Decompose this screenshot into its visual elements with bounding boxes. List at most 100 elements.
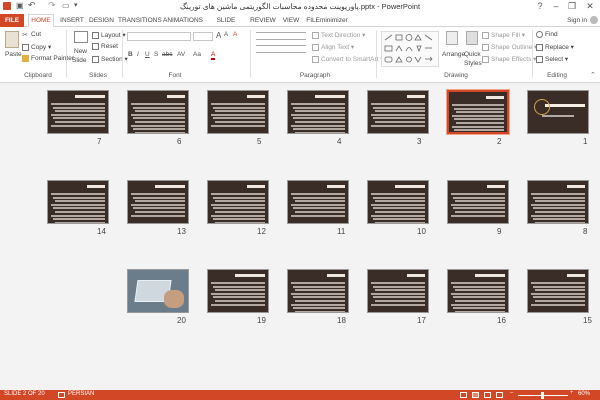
list-buttons[interactable]	[256, 32, 306, 40]
increase-font-size-button[interactable]: A	[216, 31, 221, 40]
help-button[interactable]: ?	[532, 0, 548, 12]
slide-thumbnail-18[interactable]	[287, 269, 349, 313]
text-direction-button[interactable]: Text Direction ▾	[312, 31, 365, 39]
shadow-button[interactable]: S	[154, 51, 158, 58]
tab-slide-show[interactable]: SLIDE SHOW	[208, 15, 244, 35]
slide-thumbnail-20[interactable]	[127, 269, 189, 313]
tab-fileminimizer[interactable]: FILEminimizer	[306, 15, 348, 26]
slide-number: 3	[417, 137, 422, 146]
slide-thumbnail-13[interactable]	[127, 180, 189, 224]
slide-text-line	[293, 106, 345, 109]
quick-styles-button[interactable]: Quick	[464, 51, 481, 58]
zoom-in-button[interactable]: +	[570, 390, 574, 396]
normal-view-icon[interactable]	[460, 392, 467, 398]
italic-button[interactable]: I	[137, 51, 139, 58]
slide-text-line	[453, 296, 505, 299]
find-button[interactable]: Find	[536, 31, 558, 38]
language-indicator[interactable]: PERSIAN	[68, 391, 94, 397]
character-spacing-button[interactable]: AV	[177, 51, 185, 58]
slide-thumbnail-11[interactable]	[287, 180, 349, 224]
slide-thumbnail-9[interactable]	[447, 180, 509, 224]
strikethrough-button[interactable]: abc	[162, 51, 172, 58]
font-color-button[interactable]: A	[211, 51, 216, 60]
zoom-slider-thumb[interactable]	[541, 392, 544, 399]
new-slide-button[interactable]: New	[74, 48, 87, 55]
slide-thumbnail-1[interactable]	[527, 90, 589, 134]
slide-heading	[407, 95, 425, 98]
slide-text-line	[371, 124, 425, 127]
slide-text-line	[51, 103, 105, 105]
slide-heading	[486, 96, 504, 99]
slide-text-line	[211, 282, 265, 284]
layout-button[interactable]: Layout ▾	[92, 31, 126, 39]
shape-effects-button[interactable]: Shape Effects ▾	[482, 55, 536, 63]
replace-button[interactable]: Replace ▾	[536, 43, 574, 51]
slide-number: 14	[97, 227, 106, 236]
slide-thumbnail-10[interactable]	[367, 180, 429, 224]
slide-text-line	[293, 128, 345, 131]
copy-button[interactable]: Copy ▾	[22, 43, 51, 51]
slide-text-line	[533, 207, 585, 210]
reading-view-icon[interactable]	[484, 392, 491, 398]
slide-text-line	[53, 196, 105, 199]
slide-text-line	[371, 113, 425, 116]
cut-button[interactable]: ✂ Cut	[22, 31, 41, 39]
slide-text-line	[452, 125, 504, 128]
slide-sorter-view-icon[interactable]	[472, 392, 479, 398]
slide-thumbnail-4[interactable]	[287, 90, 349, 134]
hand-image	[164, 290, 184, 308]
tab-animations[interactable]: ANIMATIONS	[163, 15, 203, 26]
tab-design[interactable]: DESIGN	[89, 15, 114, 26]
shape-fill-button[interactable]: Shape Fill ▾	[482, 31, 525, 39]
shapes-gallery[interactable]	[381, 31, 439, 67]
select-button[interactable]: Select ▾	[536, 55, 568, 63]
avatar[interactable]	[590, 16, 598, 24]
minimize-button[interactable]: –	[548, 0, 564, 12]
clear-formatting-button[interactable]: A	[233, 31, 237, 38]
decrease-font-size-button[interactable]: A	[224, 32, 228, 38]
slide-text-line	[455, 200, 505, 203]
bold-button[interactable]: B	[128, 51, 133, 58]
slide-thumbnail-7[interactable]	[47, 90, 109, 134]
close-button[interactable]: ✕	[582, 0, 598, 12]
align-text-button[interactable]: Align Text ▾	[312, 43, 354, 51]
slide-thumbnail-14[interactable]	[47, 180, 109, 224]
underline-button[interactable]: U	[145, 51, 150, 58]
arrange-button[interactable]: Arrange	[442, 51, 465, 58]
slide-text-line	[213, 207, 265, 210]
tab-home[interactable]: HOME	[28, 14, 54, 27]
align-buttons[interactable]	[256, 45, 306, 53]
convert-smartart-button[interactable]: Convert to SmartArt ▾	[312, 55, 384, 63]
font-name-select[interactable]	[127, 32, 191, 41]
tab-view[interactable]: VIEW	[281, 15, 301, 26]
slide-thumbnail-15[interactable]	[527, 269, 589, 313]
shape-outline-button[interactable]: Shape Outline ▾	[482, 43, 537, 51]
tab-transitions[interactable]: TRANSITIONS	[118, 15, 162, 26]
slide-text-line	[371, 292, 425, 295]
collapse-ribbon-icon[interactable]: ⌃	[590, 71, 596, 79]
reset-button[interactable]: Reset	[92, 43, 118, 50]
slide-text-line	[453, 207, 505, 210]
slide-thumbnail-8[interactable]	[527, 180, 589, 224]
restore-button[interactable]: ❐	[564, 0, 580, 12]
slide-thumbnail-2[interactable]	[446, 89, 510, 135]
zoom-level[interactable]: 60%	[578, 391, 590, 397]
slide-text-line	[131, 203, 185, 206]
paste-button[interactable]: Paste	[5, 51, 22, 58]
slide-thumbnail-3[interactable]	[367, 90, 429, 134]
slide-thumbnail-16[interactable]	[447, 269, 509, 313]
zoom-out-button[interactable]: –	[510, 390, 513, 396]
slide-thumbnail-6[interactable]	[127, 90, 189, 134]
slideshow-view-icon[interactable]	[496, 392, 503, 398]
tab-insert[interactable]: INSERT	[60, 15, 84, 26]
slide-thumbnail-12[interactable]	[207, 180, 269, 224]
slide-thumbnail-17[interactable]	[367, 269, 429, 313]
editing-group-label: Editing	[547, 72, 567, 79]
tab-review[interactable]: REVIEW	[250, 15, 276, 26]
slide-thumbnail-19[interactable]	[207, 269, 269, 313]
font-size-select[interactable]	[193, 32, 213, 41]
slide-thumbnail-5[interactable]	[207, 90, 269, 134]
sign-in-link[interactable]: Sign in	[566, 15, 588, 26]
change-case-button[interactable]: Aa	[193, 51, 201, 58]
tab-file[interactable]: FILE	[0, 14, 24, 27]
